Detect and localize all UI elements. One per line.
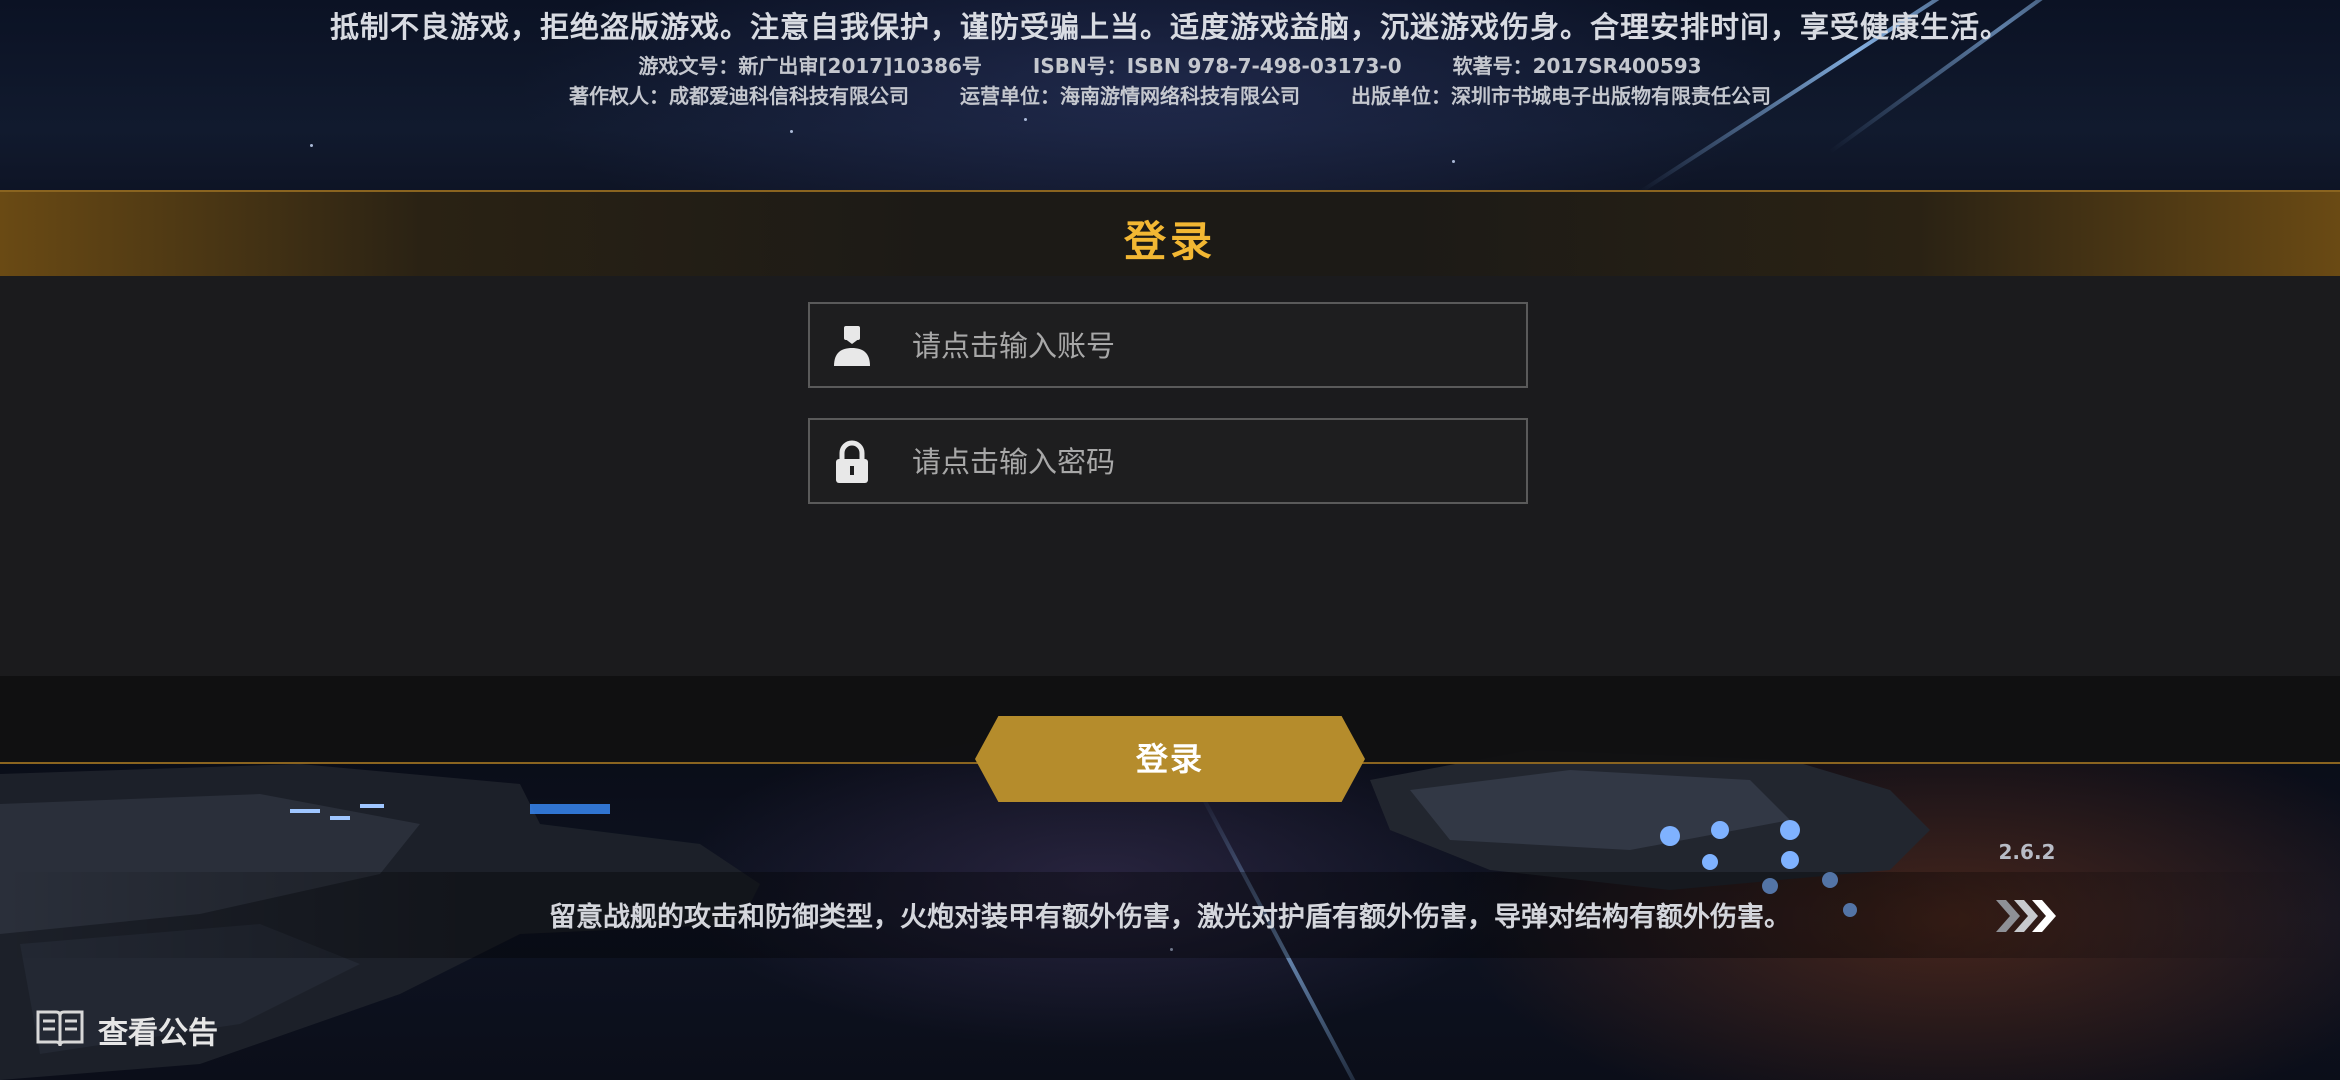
operator: 运营单位：海南游情网络科技有限公司 xyxy=(960,84,1300,108)
isbn-number: ISBN号：ISBN 978-7-498-03173-0 xyxy=(1032,54,1402,78)
account-input[interactable] xyxy=(910,304,1514,388)
publisher: 出版单位：深圳市书城电子出版物有限责任公司 xyxy=(1350,84,1771,108)
copyright-owner: 著作权人：成都爱迪科信科技有限公司 xyxy=(569,84,910,108)
lock-icon xyxy=(836,440,868,483)
password-field[interactable] xyxy=(808,418,1528,504)
book-icon xyxy=(36,1010,84,1047)
login-panel-header: 登录 xyxy=(0,190,2340,276)
publisher-info-line: 著作权人：成都爱迪科信科技有限公司 运营单位：海南游情网络科技有限公司 出版单位… xyxy=(0,80,2340,109)
gameplay-tip: 留意战舰的攻击和防御类型，火炮对装甲有额外伤害，激光对护盾有额外伤害，导弹对结构… xyxy=(549,902,1791,933)
star xyxy=(310,144,313,147)
star xyxy=(1024,118,1027,121)
user-icon xyxy=(834,326,870,366)
login-button[interactable]: 登录 xyxy=(975,716,1365,802)
password-input[interactable] xyxy=(910,420,1514,504)
login-screen: 抵制不良游戏，拒绝盗版游戏。注意自我保护，谨防受骗上当。适度游戏益脑，沉迷游戏伤… xyxy=(0,0,2340,1080)
login-panel-title: 登录 xyxy=(1123,217,1216,266)
account-field[interactable] xyxy=(808,302,1528,388)
triple-chevron-right-icon[interactable] xyxy=(1996,896,2062,936)
star xyxy=(1452,160,1455,163)
anti-addiction-notice: 抵制不良游戏，拒绝盗版游戏。注意自我保护，谨防受骗上当。适度游戏益脑，沉迷游戏伤… xyxy=(329,10,2010,44)
star xyxy=(790,130,793,133)
license-info-line: 游戏文号：新广出审[2017]10386号 ISBN号：ISBN 978-7-4… xyxy=(0,50,2340,79)
software-copyright-number: 软著号：2017SR400593 xyxy=(1452,54,1702,78)
game-approval-number: 游戏文号：新广出审[2017]10386号 xyxy=(638,54,982,78)
version-label: 2.6.2 xyxy=(1998,840,2056,864)
view-announcement-label: 查看公告 xyxy=(98,1016,218,1051)
